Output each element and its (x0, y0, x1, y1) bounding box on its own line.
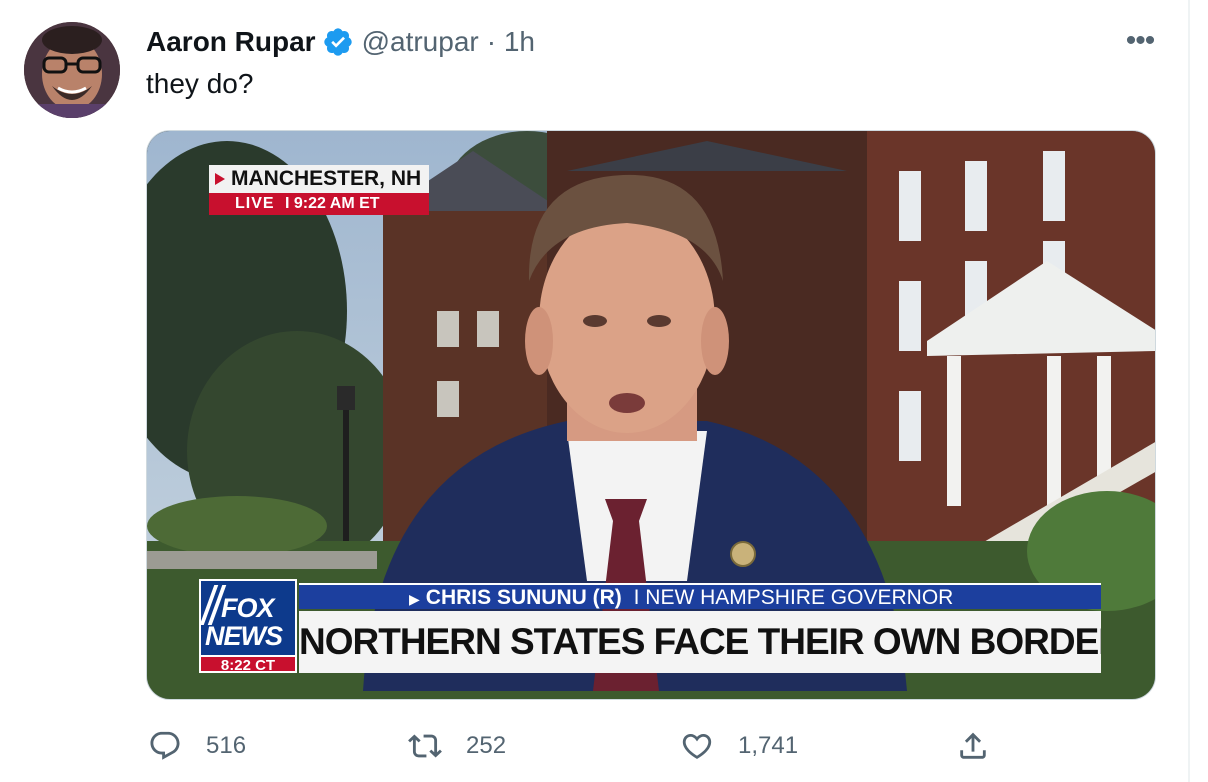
like-button[interactable]: 1,741 (680, 724, 798, 768)
tweet-text: they do? (146, 68, 254, 99)
tweet-media[interactable]: MANCHESTER, NH LIVE I 9:22 AM ET FOX NEW… (146, 130, 1156, 700)
timeline-column-border (1188, 0, 1190, 782)
reply-icon (150, 731, 180, 760)
avatar[interactable] (24, 22, 120, 118)
chyron-name: CHRIS SUNUNU (R) (425, 586, 622, 609)
reply-button[interactable]: 516 (148, 724, 246, 768)
more-dots-icon[interactable]: ••• (1120, 26, 1160, 56)
share-button[interactable] (956, 724, 1014, 768)
author-handle[interactable]: @atrupar (362, 20, 479, 64)
play-triangle-icon: ▶ (409, 591, 420, 607)
author-display-name[interactable]: Aaron Rupar (146, 20, 316, 64)
like-count: 1,741 (738, 732, 799, 759)
tweet-timestamp[interactable]: · 1h (487, 20, 535, 64)
logo-news-word: NEWS (205, 621, 283, 651)
chyron-name-bar: ▶ CHRIS SUNUNU (R) I NEW HAMPSHIRE GOVERN… (299, 583, 1101, 609)
live-label: LIVE (235, 195, 275, 212)
retweet-button[interactable]: 252 (408, 724, 506, 768)
chyron-headline: NORTHERN STATES FACE THEIR OWN BORDER CR… (299, 611, 1101, 673)
logo-fox-word: FOX (221, 593, 275, 623)
tweet-header: Aaron Rupar @atrupar · 1h (146, 20, 535, 64)
share-icon (960, 732, 986, 759)
location-city: MANCHESTER, NH (209, 165, 429, 193)
network-time: 8:22 CT (199, 655, 297, 674)
chyron-title: I NEW HAMPSHIRE GOVERNOR (633, 586, 954, 609)
live-time-bar: LIVE I 9:22 AM ET (209, 193, 429, 215)
retweet-count: 252 (466, 732, 507, 759)
verified-badge-icon (322, 26, 354, 58)
location-tag: MANCHESTER, NH LIVE I 9:22 AM ET (209, 165, 429, 215)
retweet-icon (408, 734, 442, 758)
live-time: I 9:22 AM ET (285, 195, 380, 212)
reply-count: 516 (206, 732, 247, 759)
tweet-actions: 516 252 1,741 (146, 724, 1156, 768)
avatar-image (24, 22, 120, 118)
heart-icon (682, 733, 712, 759)
